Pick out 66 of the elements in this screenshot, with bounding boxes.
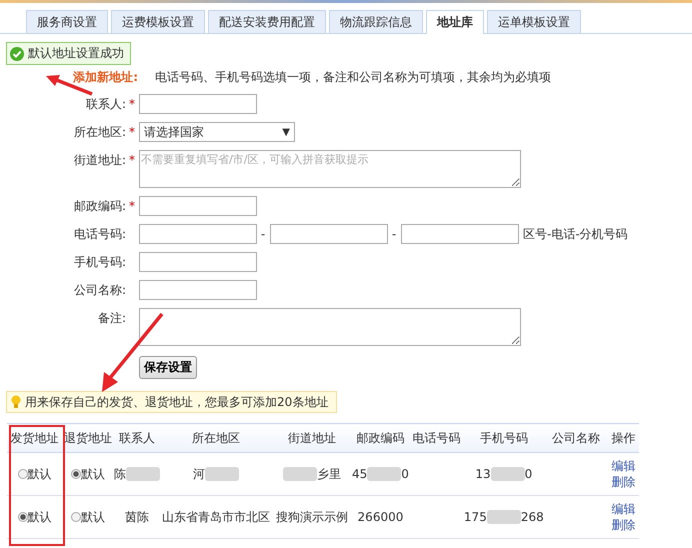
- radio-option[interactable]: 默认: [62, 452, 114, 496]
- action-link[interactable]: 删除: [608, 474, 639, 490]
- column-header: 退货地址: [62, 424, 114, 452]
- check-icon: [10, 46, 24, 60]
- required-mark: *: [129, 199, 135, 213]
- separator-text: -: [260, 226, 266, 243]
- input-field[interactable]: [270, 224, 388, 244]
- input-field[interactable]: [139, 224, 257, 244]
- success-text: 默认地址设置成功: [28, 45, 124, 62]
- table-cell: 13 0: [464, 452, 544, 496]
- table-cell: 陈: [114, 452, 160, 496]
- country-select[interactable]: 请选择国家 ▼: [139, 122, 295, 142]
- form-hint: 电话号码、手机号码选填一项，备注和公司名称为可填项，其余均为必填项: [155, 68, 551, 86]
- save-button[interactable]: 保存设置: [139, 356, 197, 379]
- column-header: 发货地址: [7, 424, 62, 452]
- field-label: 街道地址:: [74, 152, 126, 169]
- action-link[interactable]: 编辑: [608, 501, 639, 517]
- separator-text: -: [390, 226, 398, 243]
- field-label: 所在地区:: [74, 124, 126, 141]
- tab[interactable]: 运单模板设置: [487, 10, 581, 33]
- column-header: 街道地址: [272, 424, 352, 452]
- table-cell: 河: [160, 452, 272, 496]
- input-field[interactable]: [139, 280, 257, 300]
- tab[interactable]: 配送安装费用配置: [208, 10, 326, 33]
- tab[interactable]: 运费模板设置: [111, 10, 205, 33]
- input-field[interactable]: [139, 196, 257, 216]
- required-mark: *: [129, 153, 135, 167]
- table-cell: 175 268: [464, 496, 544, 538]
- field-label: 邮政编码:: [74, 198, 126, 215]
- tip-text: 用来保存自己的发货、退货地址，您最多可添加20条地址: [25, 394, 328, 410]
- text-area[interactable]: [139, 308, 521, 346]
- table-cell: 266000: [352, 496, 409, 538]
- field-label: 公司名称:: [74, 282, 126, 299]
- field-label: 备注:: [98, 310, 126, 327]
- input-field[interactable]: [401, 224, 519, 244]
- radio-option[interactable]: 默认: [7, 452, 62, 496]
- input-field[interactable]: [139, 252, 257, 272]
- phone-format-hint: 区号-电话-分机号码: [523, 226, 628, 243]
- required-mark: *: [129, 125, 135, 139]
- column-header: 联系人: [114, 424, 160, 452]
- text-area[interactable]: 不需要重复填写省/市/区，可输入拼音获取提示: [139, 150, 521, 188]
- table-cell: 茵陈: [114, 496, 160, 538]
- column-header: 手机号码: [464, 424, 544, 452]
- lightbulb-icon: [11, 395, 21, 409]
- table-cell: 乡里: [272, 452, 352, 496]
- field-label: 联系人:: [86, 96, 126, 113]
- input-field[interactable]: [139, 94, 257, 114]
- tab[interactable]: 服务商设置: [26, 10, 108, 33]
- field-label: 手机号码:: [74, 254, 126, 271]
- table-cell: 搜狗演示示例: [272, 496, 352, 538]
- table-cell: 45 0: [352, 452, 409, 496]
- field-label: 电话号码:: [74, 226, 126, 243]
- action-link[interactable]: 编辑: [608, 458, 639, 474]
- required-mark: *: [129, 97, 135, 111]
- table-cell: 山东省青岛市市北区: [160, 496, 272, 538]
- radio-option[interactable]: 默认: [62, 496, 114, 538]
- column-header: 公司名称: [544, 424, 609, 452]
- action-link[interactable]: 删除: [608, 517, 639, 533]
- column-header: 邮政编码: [352, 424, 409, 452]
- column-header: 所在地区: [160, 424, 272, 452]
- radio-option[interactable]: 默认: [7, 496, 62, 538]
- column-header: 电话号码: [408, 424, 464, 452]
- tab[interactable]: 物流跟踪信息: [329, 10, 423, 33]
- form-title: 添加新地址:: [73, 68, 138, 86]
- tab[interactable]: 地址库: [426, 10, 484, 34]
- column-header: 操作: [608, 424, 639, 452]
